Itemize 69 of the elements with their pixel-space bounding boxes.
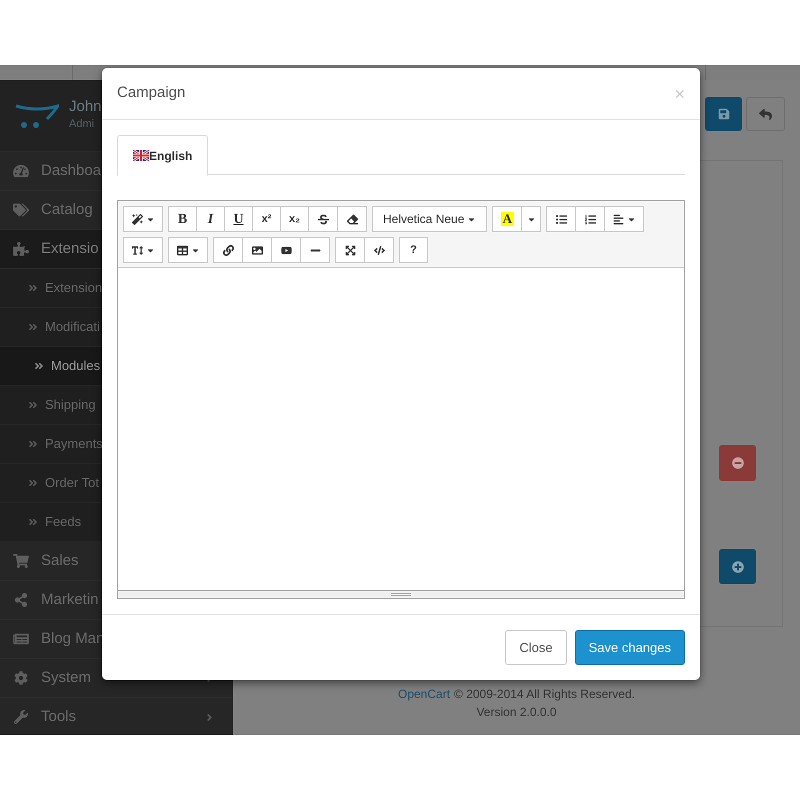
color-dropdown[interactable] — [521, 206, 542, 232]
user-role: Admi — [69, 117, 96, 132]
eraser-icon — [346, 214, 358, 224]
wrench-icon — [13, 710, 29, 724]
image-icon — [252, 244, 262, 256]
format-button[interactable]: I — [196, 206, 225, 232]
gear-icon — [13, 671, 29, 685]
double-chevron-icon — [28, 283, 38, 293]
strikethrough-button[interactable] — [308, 206, 338, 232]
format-button[interactable]: U — [224, 206, 253, 232]
font-dropdown[interactable]: Helvetica Neue — [372, 206, 488, 232]
cart-icon — [13, 554, 29, 568]
text-height-dropdown[interactable] — [123, 237, 163, 263]
user-name: John — [69, 98, 102, 116]
close-dialog-button[interactable]: Close — [505, 630, 567, 665]
fullscreen-icon — [344, 244, 356, 256]
double-chevron-icon — [34, 361, 44, 371]
format-button[interactable]: x₂ — [280, 206, 309, 232]
code-icon — [374, 244, 384, 256]
tags-icon — [13, 203, 29, 217]
cart-logo-icon — [15, 102, 59, 128]
format-button[interactable]: ? — [399, 237, 428, 263]
newspaper-icon — [13, 632, 29, 646]
video-icon — [280, 244, 292, 256]
fullscreen-button[interactable] — [335, 237, 365, 263]
magic-wand-dropdown[interactable] — [123, 206, 163, 232]
reply-icon — [759, 108, 772, 120]
double-chevron-icon — [28, 478, 38, 488]
table-dropdown[interactable] — [168, 237, 208, 263]
version-text: Version 2.0.0.0 — [476, 704, 557, 721]
double-chevron-icon — [28, 439, 38, 449]
numbered-list-button[interactable] — [575, 206, 606, 232]
strikethrough-icon — [318, 214, 328, 224]
align-icon — [612, 214, 624, 224]
link-button[interactable] — [213, 237, 243, 263]
align-dropdown[interactable] — [604, 206, 644, 232]
table-icon — [176, 244, 188, 256]
puzzle-icon — [13, 242, 29, 256]
text-height-icon — [132, 244, 142, 256]
save-changes-button[interactable]: Save changes — [574, 630, 685, 665]
link-icon — [222, 244, 234, 256]
format-button[interactable]: x² — [252, 206, 281, 232]
dialog-title: Campaign — [117, 83, 186, 104]
double-chevron-icon — [28, 322, 38, 332]
bullet-list-icon — [556, 214, 567, 224]
format-button[interactable]: B — [168, 206, 197, 232]
numbered-list-icon — [584, 214, 596, 224]
eraser-button[interactable] — [337, 206, 367, 232]
share-icon — [13, 593, 29, 607]
remove-button[interactable] — [719, 445, 756, 481]
double-chevron-icon — [28, 400, 38, 410]
image-button[interactable] — [242, 237, 272, 263]
flag-icon — [133, 150, 149, 161]
code-button[interactable] — [364, 237, 394, 263]
double-chevron-icon — [28, 517, 38, 527]
resize-handle[interactable] — [118, 590, 684, 598]
language-tab[interactable]: English — [117, 135, 208, 176]
horizontal-rule-button[interactable] — [300, 237, 330, 263]
color-button[interactable]: A — [492, 206, 522, 232]
magic-wand-icon — [132, 214, 142, 224]
copyright-text: © 2009-2014 All Rights Reserved. — [454, 686, 635, 703]
save-icon — [718, 108, 730, 120]
add-button[interactable] — [719, 549, 756, 584]
bullet-list-button[interactable] — [546, 206, 576, 232]
video-button[interactable] — [271, 237, 301, 263]
back-button[interactable] — [746, 97, 785, 131]
color-letter: A — [500, 212, 514, 226]
dashboard-icon — [13, 164, 29, 178]
save-button[interactable] — [705, 97, 742, 131]
